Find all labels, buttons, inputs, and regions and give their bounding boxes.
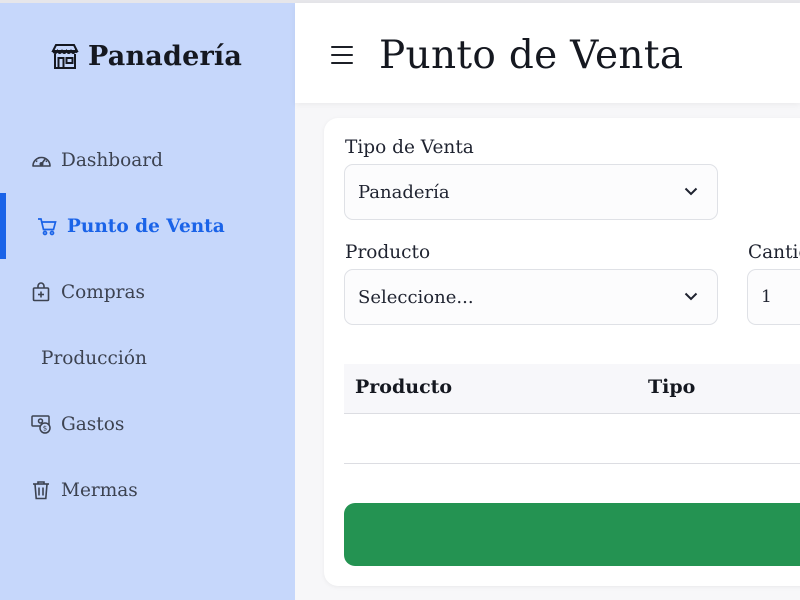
store-icon	[50, 41, 80, 71]
hamburger-icon[interactable]	[331, 46, 353, 64]
product-label: Producto	[345, 242, 431, 263]
product-select[interactable]: Seleccione...	[344, 269, 718, 325]
sidebar-item-produccion[interactable]: Producción	[0, 325, 295, 391]
table-row	[344, 414, 800, 464]
items-table-header: Producto Tipo	[344, 364, 800, 414]
quantity-input[interactable]: 1	[747, 269, 800, 325]
active-indicator	[0, 193, 6, 259]
sidebar-item-punto-de-venta[interactable]: Punto de Venta	[0, 193, 295, 259]
submit-sale-button[interactable]	[344, 503, 800, 566]
sidebar-item-label: Punto de Venta	[67, 215, 225, 237]
sale-type-value: Panadería	[358, 181, 450, 203]
cash-coin-icon: $	[30, 413, 52, 435]
svg-text:$: $	[42, 425, 46, 433]
sidebar-item-compras[interactable]: Compras	[0, 259, 295, 325]
brand[interactable]: Panadería	[50, 36, 242, 76]
top-header: Punto de Venta	[295, 3, 800, 103]
sidebar-item-label: Gastos	[61, 413, 125, 435]
sidebar: Panadería Dashboard Punto de Venta Compr…	[0, 3, 295, 600]
column-header-producto: Producto	[355, 376, 453, 398]
column-header-tipo: Tipo	[648, 376, 696, 398]
sidebar-item-label: Compras	[61, 281, 146, 303]
sidebar-item-label: Dashboard	[61, 149, 163, 171]
chevron-down-icon	[684, 292, 698, 301]
bag-plus-icon	[30, 281, 52, 303]
sidebar-item-gastos[interactable]: $ Gastos	[0, 391, 295, 457]
quantity-value: 1	[761, 287, 772, 307]
sidebar-item-label: Mermas	[61, 479, 138, 501]
product-value: Seleccione...	[358, 286, 474, 308]
page-title: Punto de Venta	[379, 33, 684, 78]
sidebar-item-mermas[interactable]: Mermas	[0, 457, 295, 523]
speedometer-icon	[30, 149, 52, 171]
sidebar-item-dashboard[interactable]: Dashboard	[0, 127, 295, 193]
sale-type-label: Tipo de Venta	[345, 137, 474, 158]
brand-name: Panadería	[88, 40, 243, 72]
quantity-label: Cantic	[748, 242, 800, 263]
sale-type-select[interactable]: Panadería	[344, 164, 718, 220]
sidebar-item-label: Producción	[41, 347, 147, 369]
chevron-down-icon	[684, 187, 698, 196]
trash-icon	[30, 479, 52, 501]
cart-icon	[36, 215, 58, 237]
